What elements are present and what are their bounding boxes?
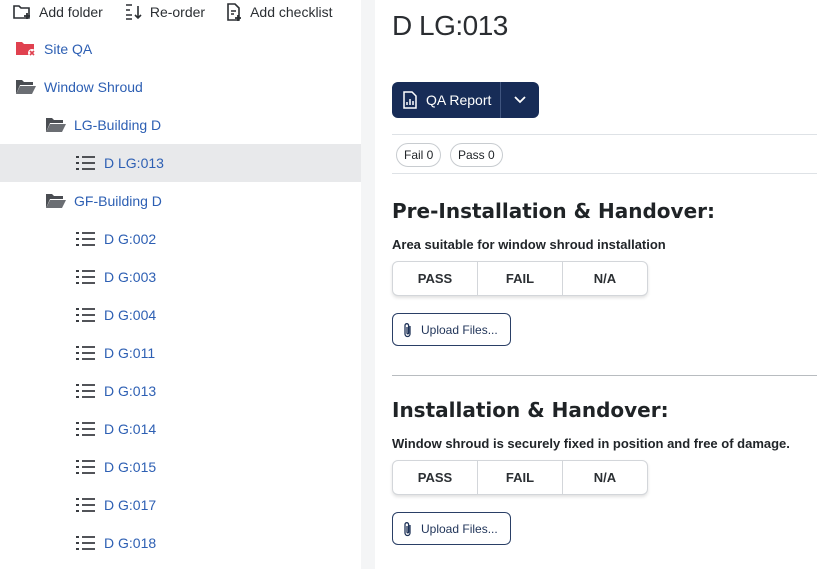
tree-item-label: D G:004 — [104, 307, 157, 323]
tree-item-checklist[interactable]: D G:002 — [0, 220, 361, 258]
tree-item-folder[interactable]: GF-Building D — [0, 182, 361, 220]
checklist-icon — [74, 229, 98, 249]
tree-item-checklist[interactable]: D G:018 — [0, 524, 361, 562]
tree-item-checklist[interactable]: D G:017 — [0, 486, 361, 524]
tree-item-label: D LG:013 — [104, 155, 164, 171]
checklist-icon — [74, 419, 98, 439]
folder-open-icon — [44, 115, 68, 135]
folder-open-icon — [14, 77, 38, 97]
qa-report-dropdown-toggle[interactable] — [501, 82, 539, 118]
tree-item-label: D G:018 — [104, 535, 157, 551]
question-text: Area suitable for window shroud installa… — [392, 237, 666, 252]
add-folder-button[interactable]: Add folder — [12, 3, 103, 21]
qa-report-button[interactable]: QA Report — [392, 82, 501, 118]
section-title: Installation & Handover: — [392, 398, 669, 422]
tree-item-folder[interactable]: Window Shroud — [0, 68, 361, 106]
pass-count-badge: Pass 0 — [450, 143, 503, 167]
divider — [392, 173, 817, 174]
upload-files-label: Upload Files... — [421, 521, 498, 536]
fail-count-badge: Fail 0 — [396, 143, 442, 167]
tree-item-checklist[interactable]: D G:003 — [0, 258, 361, 296]
tree-item-label: Site QA — [44, 41, 93, 57]
tree-item-label: D G:002 — [104, 231, 157, 247]
tree-item-label: D G:011 — [104, 345, 156, 361]
checklist-detail-panel: D LG:013 QA Report Fail 0 Pass 0 Pre-Ins… — [375, 0, 817, 569]
chevron-down-icon — [514, 96, 526, 104]
page-title: D LG:013 — [392, 10, 508, 41]
na-choice[interactable]: N/A — [563, 262, 647, 295]
reorder-label: Re-order — [149, 4, 206, 20]
tree-item-label: D G:014 — [104, 421, 157, 437]
tree-item-label: Window Shroud — [44, 79, 143, 95]
checklist-icon — [74, 381, 98, 401]
add-checklist-label: Add checklist — [250, 4, 333, 20]
checklist-icon — [74, 495, 98, 515]
fail-choice[interactable]: FAIL — [478, 262, 563, 295]
section-divider — [392, 375, 817, 376]
reorder-button[interactable]: Re-order — [123, 3, 205, 21]
tree-item-label: GF-Building D — [74, 193, 162, 209]
add-checklist-button[interactable]: Add checklist — [225, 2, 333, 22]
answer-choice-group: PASS FAIL N/A — [392, 261, 648, 296]
add-checklist-icon — [227, 3, 242, 21]
tree-item-checklist[interactable]: D LG:013 — [0, 144, 361, 182]
add-folder-label: Add folder — [39, 4, 103, 20]
tree-item-checklist[interactable]: D G:014 — [0, 410, 361, 448]
tree-toolbar: Add folder Re-order Add checklist — [12, 2, 353, 22]
tree-item-checklist[interactable]: D G:015 — [0, 448, 361, 486]
pass-choice[interactable]: PASS — [393, 461, 478, 494]
checklist-icon — [74, 305, 98, 325]
divider — [392, 134, 817, 135]
answer-choice-group: PASS FAIL N/A — [392, 460, 648, 495]
tree-item-checklist[interactable]: D G:004 — [0, 296, 361, 334]
reorder-icon — [125, 4, 142, 20]
tree-item-folder[interactable]: Site QA — [0, 30, 361, 68]
checklist-icon — [74, 343, 98, 363]
paperclip-icon — [404, 322, 411, 337]
section-title: Pre-Installation & Handover: — [392, 199, 715, 223]
tree-item-folder[interactable]: LG-Building D — [0, 106, 361, 144]
tree-item-checklist[interactable]: D G:013 — [0, 372, 361, 410]
checklist-icon — [74, 533, 98, 553]
panel-divider — [361, 0, 375, 569]
checklist-icon — [74, 457, 98, 477]
checklist-icon — [74, 153, 98, 173]
tree-item-checklist[interactable]: D G:011 — [0, 334, 361, 372]
na-choice[interactable]: N/A — [563, 461, 647, 494]
add-folder-icon — [13, 5, 30, 19]
folder-open-icon — [44, 191, 68, 211]
tree-item-label: D G:013 — [104, 383, 157, 399]
checklist-icon — [74, 267, 98, 287]
upload-files-button[interactable]: Upload Files... — [392, 313, 511, 346]
tree-item-label: D G:017 — [104, 497, 157, 513]
upload-files-button[interactable]: Upload Files... — [392, 512, 511, 545]
checklist-tree-panel: Add folder Re-order Add checklist Site Q… — [0, 0, 361, 569]
fail-choice[interactable]: FAIL — [478, 461, 563, 494]
folder-error-icon — [14, 39, 38, 59]
question-text: Window shroud is securely fixed in posit… — [392, 436, 790, 451]
qa-report-label: QA Report — [426, 92, 492, 108]
tree-item-label: D G:003 — [104, 269, 157, 285]
qa-report-button-group: QA Report — [392, 82, 539, 118]
paperclip-icon — [404, 521, 411, 536]
upload-files-label: Upload Files... — [421, 322, 498, 337]
tree-item-label: D G:015 — [104, 459, 157, 475]
report-icon — [403, 91, 417, 109]
tree-item-label: LG-Building D — [74, 117, 162, 133]
pass-choice[interactable]: PASS — [393, 262, 478, 295]
